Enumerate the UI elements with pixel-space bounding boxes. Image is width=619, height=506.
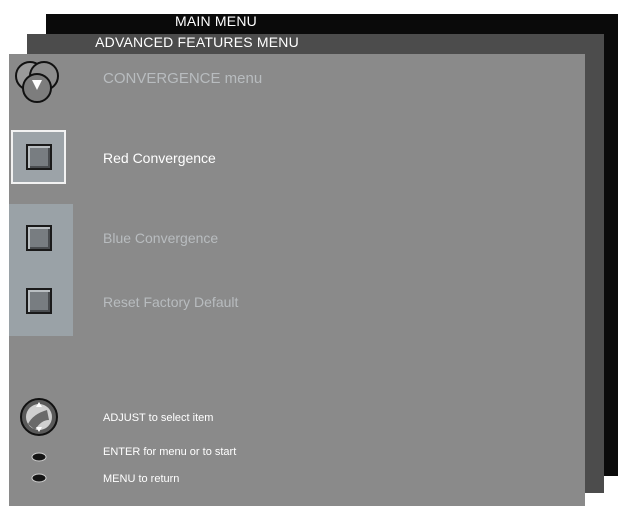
main-menu-title: MAIN MENU bbox=[175, 13, 257, 29]
enter-hint: ENTER for menu or to start bbox=[103, 446, 237, 458]
adjust-hint: ADJUST to select item bbox=[103, 412, 214, 424]
menu-button-icon bbox=[31, 473, 47, 483]
square-button-icon bbox=[26, 288, 52, 314]
convergence-menu-panel: CONVERGENCE menu Red Convergence Blue Co… bbox=[9, 54, 585, 506]
icon-column bbox=[9, 204, 73, 336]
knob-icon bbox=[20, 398, 58, 436]
menu-item-label: Blue Convergence bbox=[103, 230, 219, 246]
convergence-menu-title: CONVERGENCE menu bbox=[103, 70, 263, 87]
rgb-convergence-icon bbox=[15, 61, 59, 103]
advanced-features-title: ADVANCED FEATURES MENU bbox=[95, 34, 299, 50]
menu-item-label: Red Convergence bbox=[103, 150, 216, 166]
menu-item-label: Reset Factory Default bbox=[103, 294, 239, 310]
menu-hint: MENU to return bbox=[103, 473, 180, 485]
square-button-icon bbox=[26, 225, 52, 251]
square-button-icon bbox=[26, 144, 52, 170]
enter-button-icon bbox=[31, 452, 47, 462]
